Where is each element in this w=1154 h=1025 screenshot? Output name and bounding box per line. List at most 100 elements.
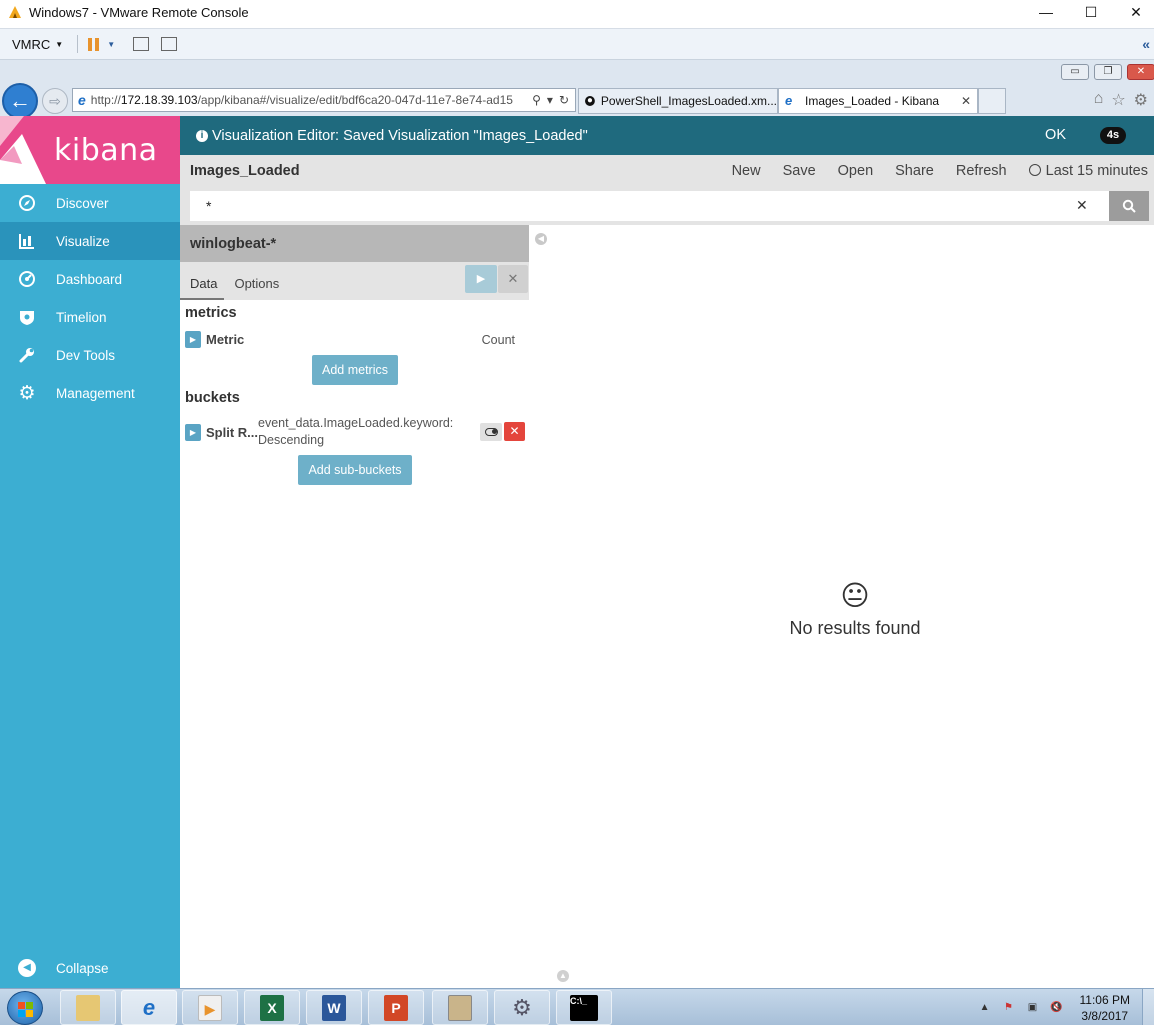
tab-title: PowerShell_ImagesLoaded.xm... xyxy=(600,94,777,108)
vmrc-menu[interactable]: VMRC ▼ xyxy=(12,37,63,52)
ie-tab-icon: e xyxy=(785,93,793,108)
metric-agg-row[interactable]: ▶ Metric Count xyxy=(185,331,525,348)
auto-refresh-badge[interactable]: 4s xyxy=(1100,127,1126,144)
share-button[interactable]: Share xyxy=(895,163,934,179)
minimize-button[interactable]: — xyxy=(1023,0,1069,24)
pause-icon[interactable] xyxy=(88,37,100,51)
sidebar-item-label: Dev Tools xyxy=(56,347,116,363)
taskbar-archive[interactable] xyxy=(432,990,488,1025)
dropdown-icon[interactable]: ▾ xyxy=(547,93,553,107)
close-tab-icon[interactable]: ✕ xyxy=(961,94,971,108)
address-bar[interactable]: e http://172.18.39.103/app/kibana#/visua… xyxy=(72,88,576,112)
toggle-agg-icon[interactable] xyxy=(480,423,502,441)
taskbar-excel[interactable]: X xyxy=(244,990,300,1025)
taskbar-word[interactable]: W xyxy=(306,990,362,1025)
save-button[interactable]: Save xyxy=(783,163,816,179)
open-button[interactable]: Open xyxy=(838,163,873,179)
fullscreen-icon[interactable] xyxy=(161,37,178,51)
apply-changes-button[interactable]: ▶ xyxy=(465,265,497,293)
sidebar-item-management[interactable]: ⚙ Management xyxy=(0,374,180,412)
taskbar-services[interactable]: ⚙ xyxy=(494,990,550,1025)
home-icon[interactable]: ⌂ xyxy=(1094,90,1104,110)
clear-query-icon[interactable]: ✕ xyxy=(1076,197,1088,214)
add-sub-buckets-button[interactable]: Add sub-buckets xyxy=(298,455,412,485)
back-button[interactable]: ← xyxy=(2,83,38,119)
editor-message: Visualization Editor: Saved Visualizatio… xyxy=(212,127,588,144)
taskbar-powerpoint[interactable]: P xyxy=(368,990,424,1025)
show-desktop-button[interactable] xyxy=(1142,989,1154,1025)
settings-gear-icon[interactable]: ⚙ xyxy=(1134,90,1148,110)
bucket-agg-row[interactable]: ▶ Split R... event_data.ImageLoaded.keyw… xyxy=(185,415,525,449)
power-dropdown-icon[interactable]: ▼ xyxy=(107,40,115,49)
sidebar-item-discover[interactable]: Discover xyxy=(0,184,180,222)
sidebar-item-label: Discover xyxy=(56,195,109,211)
send-ctrl-alt-del-icon[interactable] xyxy=(133,37,150,51)
tab-powershell[interactable]: PowerShell_ImagesLoaded.xm... xyxy=(578,88,778,114)
add-metrics-button[interactable]: Add metrics xyxy=(312,355,398,385)
gear-icon: ⚙ xyxy=(18,382,36,404)
new-button[interactable]: New xyxy=(732,163,761,179)
show-hidden-icons[interactable]: ▲ xyxy=(978,1001,992,1015)
sidebar-item-timelion[interactable]: Timelion xyxy=(0,298,180,336)
taskbar-ie[interactable]: e xyxy=(121,990,177,1025)
sidebar-item-dev-tools[interactable]: Dev Tools xyxy=(0,336,180,374)
kibana-logo[interactable]: kibana xyxy=(0,116,180,184)
discard-changes-button[interactable]: ✕ xyxy=(498,265,528,293)
agg-name: Metric xyxy=(206,332,245,347)
search-button[interactable] xyxy=(1109,191,1149,221)
query-bar: * ✕ xyxy=(180,187,1154,225)
agg-order: Descending xyxy=(258,433,325,447)
kibana-logo-text: kibana xyxy=(54,132,158,168)
search-input[interactable]: * xyxy=(190,191,1109,221)
ie-close-button[interactable]: ✕ xyxy=(1127,64,1154,80)
ie-minimize-button[interactable]: ▭ xyxy=(1061,64,1089,80)
favorites-star-icon[interactable]: ☆ xyxy=(1111,90,1125,110)
sidebar-item-label: Dashboard xyxy=(56,271,123,287)
taskbar-clock[interactable]: 11:06 PM 3/8/2017 xyxy=(1080,992,1130,1024)
action-center-flag-icon[interactable]: ⚑ xyxy=(1002,1001,1016,1015)
sidebar-item-dashboard[interactable]: Dashboard xyxy=(0,260,180,298)
tab-data[interactable]: Data xyxy=(180,276,225,300)
remove-agg-button[interactable]: ✕ xyxy=(504,422,525,441)
sidebar-item-label: Timelion xyxy=(56,309,107,325)
ie-restore-button[interactable]: ❐ xyxy=(1094,64,1122,80)
refresh-icon[interactable]: ↻ xyxy=(559,93,569,107)
url-text[interactable]: http://172.18.39.103/app/kibana#/visuali… xyxy=(91,93,521,107)
collapse-library-icon[interactable]: « xyxy=(1142,36,1150,52)
sidebar-item-visualize[interactable]: Visualize xyxy=(0,222,180,260)
expand-caret-icon[interactable]: ▶ xyxy=(185,423,201,441)
page-title: Images_Loaded xyxy=(190,163,300,179)
collapse-sidebar-button[interactable]: ◀ Collapse xyxy=(0,952,180,984)
taskbar-explorer[interactable] xyxy=(60,990,116,1025)
top-nav-menu: Images_Loaded New Save Open Share Refres… xyxy=(180,155,1154,187)
tab-kibana[interactable]: e Images_Loaded - Kibana ✕ xyxy=(778,88,978,114)
search-icon[interactable]: ⚲ xyxy=(532,93,541,107)
dashboard-gauge-icon xyxy=(18,270,36,288)
new-tab-button[interactable] xyxy=(978,88,1006,114)
agg-field: event_data.ImageLoaded.keyword: xyxy=(258,416,454,430)
kibana-logo-icon xyxy=(0,116,46,184)
expand-caret-icon[interactable]: ▶ xyxy=(185,331,201,348)
tab-options[interactable]: Options xyxy=(224,276,286,300)
volume-muted-icon[interactable]: 🔇 xyxy=(1050,1001,1064,1015)
chevron-down-icon: ▼ xyxy=(55,39,64,49)
start-button[interactable] xyxy=(7,991,43,1025)
refresh-button[interactable]: Refresh xyxy=(956,163,1007,179)
network-icon[interactable]: ▣ xyxy=(1026,1001,1040,1015)
agg-description: Count xyxy=(481,332,515,347)
vmrc-toolbar: VMRC ▼ ▼ « xyxy=(0,28,1154,60)
time-picker-button[interactable]: Last 15 minutes xyxy=(1028,163,1148,179)
maximize-button[interactable]: ☐ xyxy=(1068,0,1114,24)
close-window-button[interactable]: ✕ xyxy=(1113,0,1154,24)
ie-icon: e xyxy=(142,994,156,1020)
taskbar-cmd[interactable]: C:\_ xyxy=(556,990,612,1025)
forward-button[interactable]: ⇨ xyxy=(42,88,68,114)
scroll-up-icon[interactable]: ▲ xyxy=(557,970,569,982)
taskbar-media-player[interactable]: ▶ xyxy=(182,990,238,1025)
collapse-editor-icon[interactable]: ◀ xyxy=(535,233,547,245)
vmware-title-bar: Windows7 - VMware Remote Console — ☐ ✕ xyxy=(0,0,1154,24)
clock-time: 11:06 PM xyxy=(1079,992,1130,1007)
ok-button[interactable]: OK xyxy=(1045,127,1066,143)
vmrc-menu-label: VMRC xyxy=(12,36,51,52)
cmd-icon: C:\_ xyxy=(570,994,598,1021)
